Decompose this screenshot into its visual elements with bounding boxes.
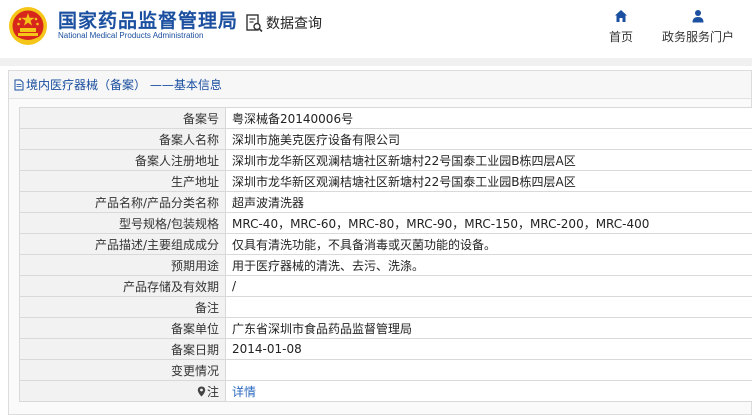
field-label: 变更情况 bbox=[19, 359, 226, 381]
data-query-icon bbox=[246, 13, 263, 32]
table-row: 产品存储及有效期 / bbox=[19, 275, 752, 297]
location-pin-icon bbox=[197, 386, 206, 396]
field-value: 超声波清洗器 bbox=[225, 191, 752, 213]
table-row: 备注 bbox=[19, 296, 752, 318]
user-icon bbox=[692, 10, 704, 23]
site-header: 国家药品监督管理局 National Medical Products Admi… bbox=[0, 0, 752, 58]
record-panel: 境内医疗器械（备案） ——基本信息 备案号 粤深械备20140006号 备案人名… bbox=[8, 70, 752, 415]
panel-title: 境内医疗器械（备案） ——基本信息 bbox=[26, 78, 222, 92]
field-value: 深圳市龙华新区观澜桔塘社区新塘村22号国泰工业园B栋四层A区 bbox=[225, 149, 752, 171]
table-row: 生产地址 深圳市龙华新区观澜桔塘社区新塘村22号国泰工业园B栋四层A区 bbox=[19, 170, 752, 192]
record-table: 备案号 粤深械备20140006号 备案人名称 深圳市施美克医疗设备有限公司 备… bbox=[19, 107, 752, 402]
field-value: 广东省深圳市食品药品监督管理局 bbox=[225, 317, 752, 339]
field-label: 型号规格/包装规格 bbox=[19, 212, 226, 234]
table-row: 备案日期 2014-01-08 bbox=[19, 338, 752, 360]
field-value bbox=[225, 296, 752, 318]
field-label: 备注 bbox=[19, 296, 226, 318]
field-value: 仅具有清洗功能，不具备消毒或灭菌功能的设备。 bbox=[225, 233, 752, 255]
note-label: 注 bbox=[206, 384, 219, 399]
field-label: 生产地址 bbox=[19, 170, 226, 192]
note-label-cell: 注 bbox=[19, 380, 226, 402]
table-row: 备案人注册地址 深圳市龙华新区观澜桔塘社区新塘村22号国泰工业园B栋四层A区 bbox=[19, 149, 752, 171]
field-value: 深圳市龙华新区观澜桔塘社区新塘村22号国泰工业园B栋四层A区 bbox=[225, 170, 752, 192]
document-icon bbox=[14, 79, 24, 90]
field-label: 产品描述/主要组成成分 bbox=[19, 233, 226, 255]
data-query-label: 数据查询 bbox=[266, 16, 322, 32]
field-value: 粤深械备20140006号 bbox=[225, 107, 752, 129]
site-logo-subtitle: National Medical Products Administration bbox=[58, 31, 204, 40]
panel-title-bar: 境内医疗器械（备案） ——基本信息 bbox=[9, 71, 751, 99]
table-row: 变更情况 bbox=[19, 359, 752, 381]
nav-home-label: 首页 bbox=[608, 30, 633, 44]
field-label: 备案号 bbox=[19, 107, 226, 129]
table-row: 型号规格/包装规格 MRC-40，MRC-60，MRC-80，MRC-90，MR… bbox=[19, 212, 752, 234]
field-value: 用于医疗器械的清洗、去污、洗涤。 bbox=[225, 254, 752, 276]
nav-home[interactable]: 首页 bbox=[605, 9, 637, 45]
field-label: 备案人注册地址 bbox=[19, 149, 226, 171]
table-row: 产品名称/产品分类名称 超声波清洗器 bbox=[19, 191, 752, 213]
table-row: 备案人名称 深圳市施美克医疗设备有限公司 bbox=[19, 128, 752, 150]
table-row: 注 详情 bbox=[19, 380, 752, 402]
field-label: 备案日期 bbox=[19, 338, 226, 360]
field-label: 产品存储及有效期 bbox=[19, 275, 226, 297]
detail-cell: 详情 bbox=[225, 380, 752, 402]
table-row: 预期用途 用于医疗器械的清洗、去污、洗涤。 bbox=[19, 254, 752, 276]
header-divider bbox=[0, 58, 752, 66]
field-label: 产品名称/产品分类名称 bbox=[19, 191, 226, 213]
site-logo-text[interactable]: 国家药品监督管理局 bbox=[58, 6, 238, 33]
national-emblem-icon bbox=[9, 7, 47, 45]
field-value: 2014-01-08 bbox=[225, 338, 752, 360]
field-label: 备案单位 bbox=[19, 317, 226, 339]
field-label: 备案人名称 bbox=[19, 128, 226, 150]
field-value: MRC-40，MRC-60，MRC-80，MRC-90，MRC-150，MRC-… bbox=[225, 212, 752, 234]
note-label-wrap: 注 bbox=[197, 383, 219, 400]
field-label: 预期用途 bbox=[19, 254, 226, 276]
table-row: 产品描述/主要组成成分 仅具有清洗功能，不具备消毒或灭菌功能的设备。 bbox=[19, 233, 752, 255]
data-query-link[interactable]: 数据查询 bbox=[246, 13, 322, 33]
home-icon bbox=[615, 10, 627, 22]
table-row: 备案单位 广东省深圳市食品药品监督管理局 bbox=[19, 317, 752, 339]
field-value bbox=[225, 359, 752, 381]
field-value: 深圳市施美克医疗设备有限公司 bbox=[225, 128, 752, 150]
field-value: / bbox=[225, 275, 752, 297]
table-row: 备案号 粤深械备20140006号 bbox=[19, 107, 752, 129]
nav-service-portal[interactable]: 政务服务门户 bbox=[659, 9, 737, 45]
detail-link[interactable]: 详情 bbox=[232, 385, 256, 399]
nav-service-portal-label: 政务服务门户 bbox=[661, 30, 734, 44]
